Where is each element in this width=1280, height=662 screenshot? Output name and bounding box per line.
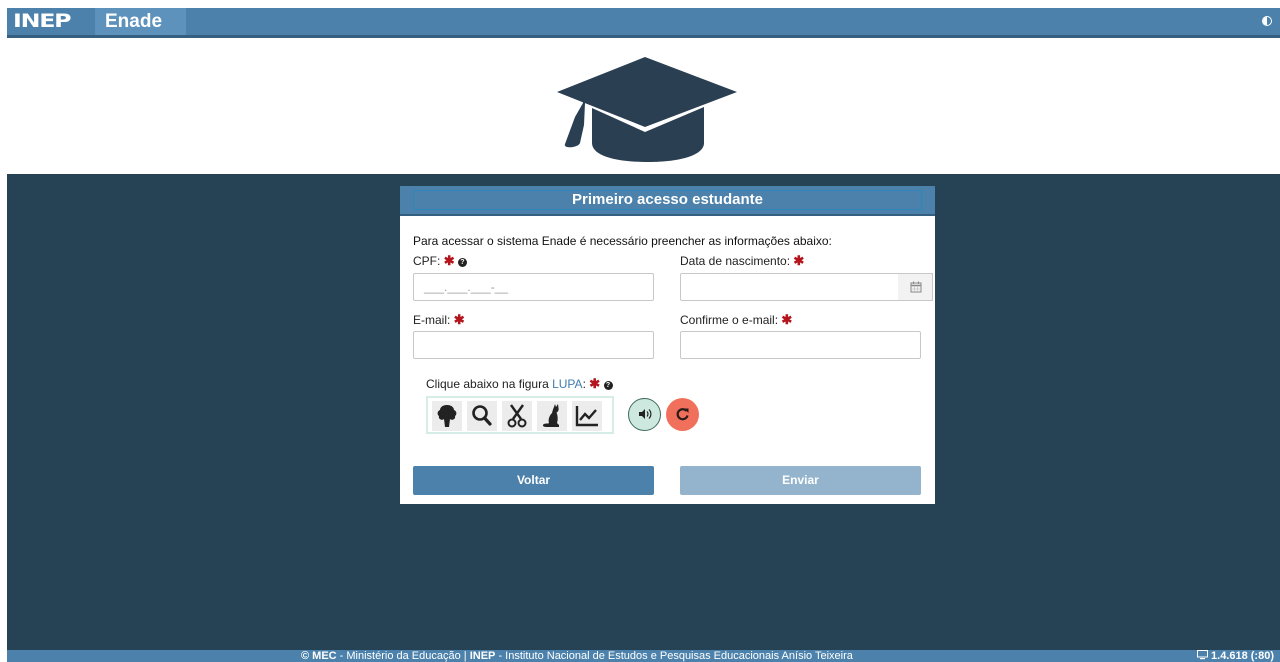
confirm-email-input[interactable] xyxy=(680,331,921,359)
email-input[interactable] xyxy=(413,331,654,359)
refresh-captcha-button[interactable] xyxy=(666,398,699,431)
captcha-option-magnifier[interactable] xyxy=(467,401,497,431)
captcha-target-word: LUPA xyxy=(552,377,583,391)
footer-inep: INEP xyxy=(469,650,496,662)
captcha-prompt-text: Clique abaixo na figura xyxy=(426,377,549,391)
captcha-option-chart[interactable] xyxy=(572,401,602,431)
captcha-prompt-colon: : xyxy=(582,377,586,391)
confirm-email-label: Confirme o e-mail: xyxy=(680,313,779,327)
scissors-icon xyxy=(507,404,527,428)
intro-text: Para acessar o sistema Enade é necessári… xyxy=(413,234,832,248)
magnifier-icon xyxy=(472,405,492,426)
calendar-icon xyxy=(910,281,922,293)
footer-institute: - Instituto Nacional de Estudos e Pesqui… xyxy=(495,650,853,662)
tree-icon xyxy=(437,405,457,427)
captcha-option-cat[interactable] xyxy=(537,401,567,431)
version-text: 1.4.618 (:80) xyxy=(1211,650,1274,662)
captcha-prompt: Clique abaixo na figura LUPA: ✱ ? xyxy=(426,376,613,392)
required-icon: ✱ xyxy=(453,312,465,327)
footer-ministry: - Ministério da Educação | xyxy=(336,650,470,662)
help-icon[interactable]: ? xyxy=(603,381,613,390)
chart-icon xyxy=(575,406,598,427)
refresh-icon xyxy=(676,408,689,421)
first-access-card: Primeiro acesso estudante Para acessar o… xyxy=(400,186,935,504)
monitor-icon xyxy=(1196,650,1208,660)
speaker-icon xyxy=(639,409,652,419)
required-icon: ✱ xyxy=(589,376,601,391)
app-name-tab[interactable]: Enade xyxy=(95,8,186,35)
send-button[interactable]: Enviar xyxy=(680,466,921,495)
captcha-option-tree[interactable] xyxy=(432,401,462,431)
birth-date-input[interactable] xyxy=(680,273,899,301)
card-title: Primeiro acesso estudante xyxy=(413,190,922,210)
cpf-label-row: CPF: ✱ ? xyxy=(413,253,467,269)
card-header: Primeiro acesso estudante xyxy=(400,186,935,216)
cat-icon xyxy=(542,404,559,427)
required-icon: ✱ xyxy=(793,253,805,268)
required-icon: ✱ xyxy=(443,253,455,268)
cpf-input[interactable]: ___.___.___-__ xyxy=(413,273,654,301)
inep-logo[interactable]: INEP xyxy=(13,11,72,32)
captcha-options xyxy=(426,396,614,434)
email-label: E-mail: xyxy=(413,313,451,327)
footer: © MEC - Ministério da Educação | INEP - … xyxy=(7,650,1280,662)
back-button[interactable]: Voltar xyxy=(413,466,654,495)
birth-date-label: Data de nascimento: xyxy=(680,254,791,268)
footer-copyright: © MEC xyxy=(301,650,337,662)
graduation-cap-icon xyxy=(557,57,737,162)
confirm-email-label-row: Confirme o e-mail: ✱ xyxy=(680,312,792,328)
contrast-toggle-icon[interactable] xyxy=(1262,16,1272,26)
help-icon[interactable]: ? xyxy=(457,258,467,267)
email-label-row: E-mail: ✱ xyxy=(413,312,465,328)
version-info: 1.4.618 (:80) xyxy=(1196,650,1274,662)
cpf-label: CPF: xyxy=(413,254,441,268)
required-icon: ✱ xyxy=(781,312,793,327)
calendar-button[interactable] xyxy=(898,273,933,301)
page: INEP Enade Primeiro acesso estudante Par… xyxy=(0,0,1280,662)
audio-captcha-button[interactable] xyxy=(628,398,661,431)
captcha-option-scissors[interactable] xyxy=(502,401,532,431)
footer-credits: © MEC - Ministério da Educação | INEP - … xyxy=(301,650,853,662)
top-bar: INEP Enade xyxy=(7,8,1280,38)
birth-label-row: Data de nascimento: ✱ xyxy=(680,253,804,269)
